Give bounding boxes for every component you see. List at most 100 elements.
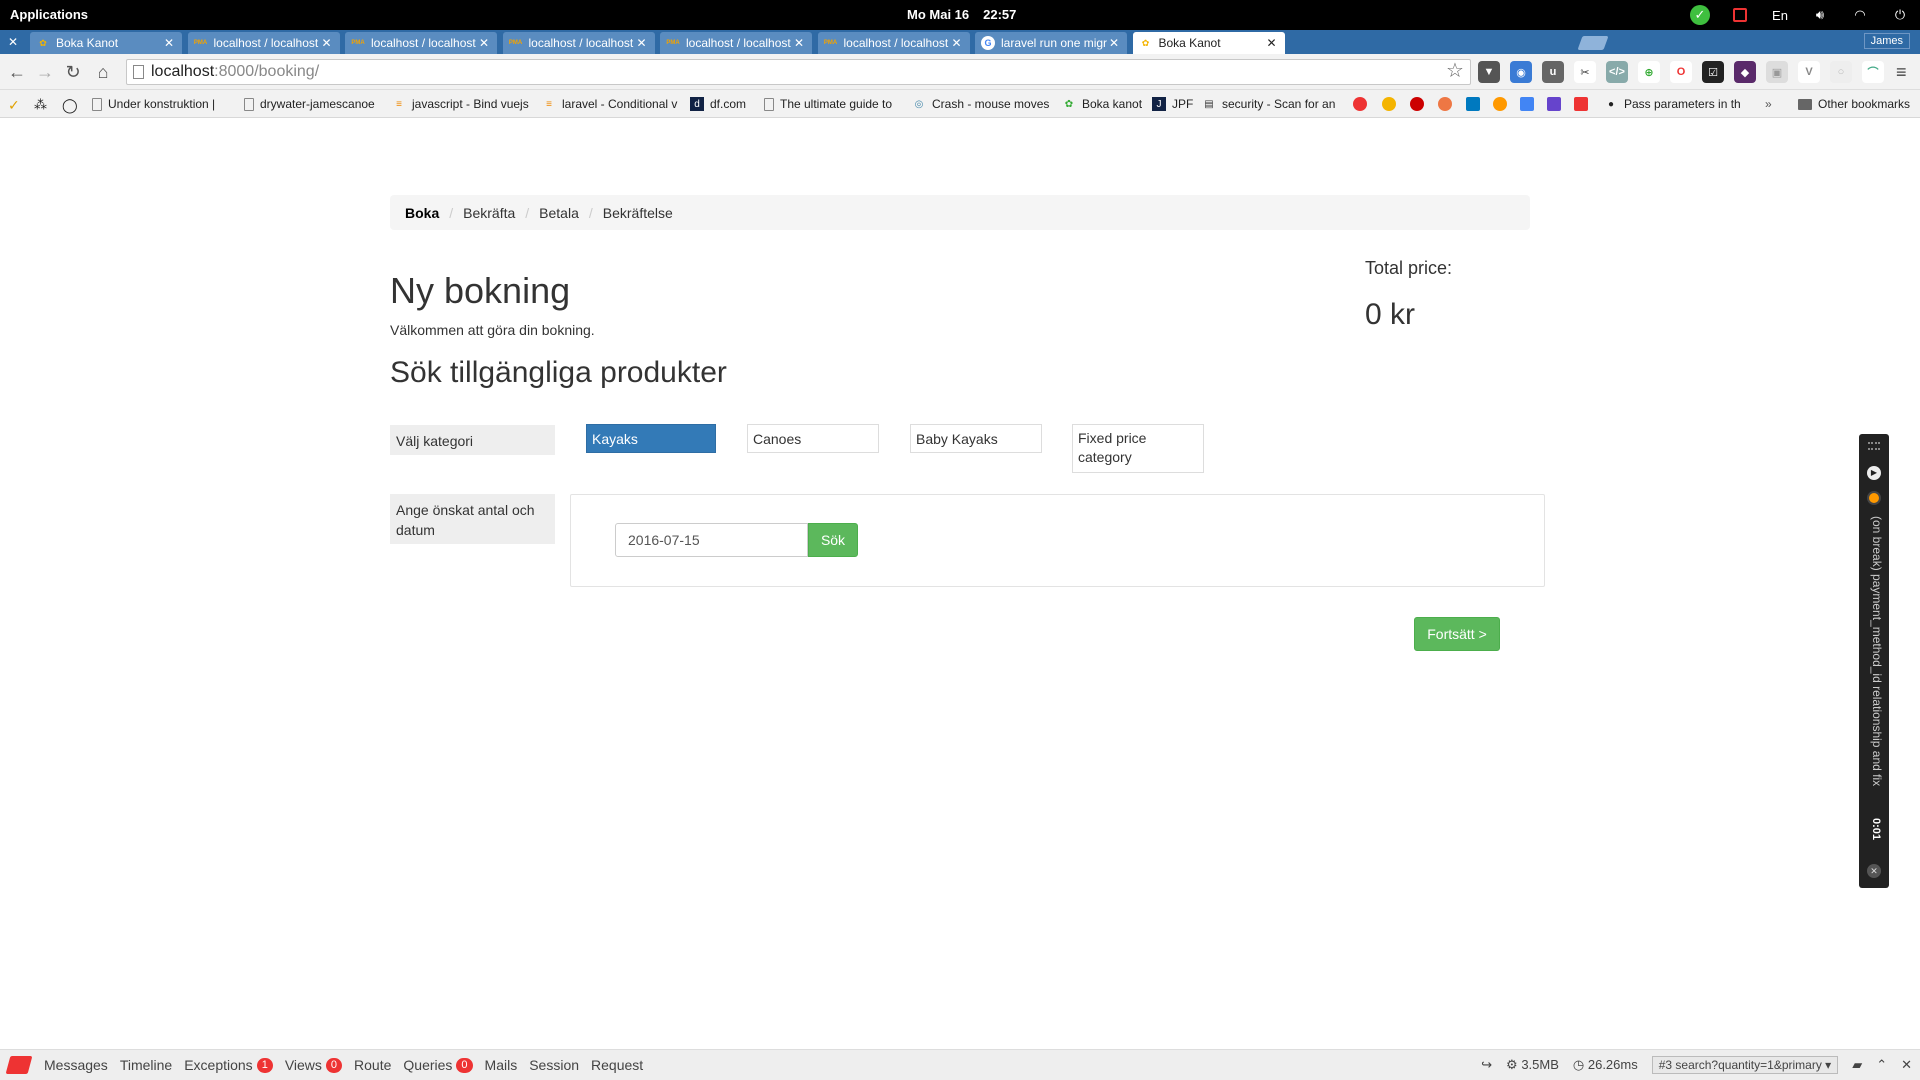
record-status-icon[interactable]: [1867, 491, 1881, 505]
home-icon[interactable]: ⌂: [94, 63, 112, 81]
debugbar-tab-queries[interactable]: Queries 0: [403, 1057, 473, 1073]
folder-open-icon[interactable]: ▰: [1852, 1057, 1862, 1073]
bookmark-item[interactable]: The ultimate guide to: [764, 97, 892, 111]
extension-disabled-icon[interactable]: ○: [1830, 61, 1852, 83]
share-icon[interactable]: ↪: [1481, 1057, 1492, 1073]
rainbow-icon[interactable]: ⌒: [1862, 61, 1884, 83]
google-plus-bookmark-icon[interactable]: [1353, 97, 1367, 111]
bookmark-item[interactable]: ≡ javascript - Bind vuejs: [392, 97, 529, 111]
browser-tab[interactable]: PMA localhost / localhost / bok✕: [817, 32, 970, 54]
continue-button[interactable]: Fortsätt >: [1414, 617, 1500, 651]
drag-handle-icon[interactable]: [1868, 442, 1880, 450]
opera-icon[interactable]: O: [1670, 61, 1692, 83]
bookmark-item[interactable]: Under konstruktion |: [92, 97, 215, 111]
bookmark-item[interactable]: d df.com: [690, 97, 746, 111]
pocket-icon[interactable]: ▼: [1478, 61, 1500, 83]
fire-bookmark-icon[interactable]: [1438, 97, 1452, 111]
debugbar-tab-mails[interactable]: Mails: [485, 1057, 518, 1073]
browser-tab[interactable]: Glaravel run one migration✕: [975, 32, 1127, 54]
browser-tab[interactable]: PMA localhost / localhost / bok✕: [502, 32, 655, 54]
check-icon[interactable]: ✓: [1690, 5, 1710, 25]
forward-icon[interactable]: →: [36, 63, 54, 81]
request-select[interactable]: #3 search?quantity=1&primary ▾: [1651, 1056, 1839, 1074]
window-close-icon[interactable]: ✕: [4, 34, 22, 50]
debugbar-tab-timeline[interactable]: Timeline: [120, 1057, 172, 1073]
new-tab-button[interactable]: [1577, 36, 1609, 50]
profile-button[interactable]: James: [1863, 33, 1910, 49]
applications-menu[interactable]: Applications: [10, 7, 88, 22]
bookmarks-overflow-icon[interactable]: »: [1765, 97, 1772, 111]
browser-tab[interactable]: ✿ Boka Kanot ✕: [1132, 32, 1285, 54]
checkbox-icon[interactable]: ☑: [1702, 61, 1724, 83]
tab-close-icon[interactable]: ✕: [950, 36, 964, 50]
tab-close-icon[interactable]: ✕: [1265, 36, 1279, 50]
tab-close-icon[interactable]: ✕: [320, 36, 334, 50]
breadcrumb-step-betala[interactable]: Betala: [539, 205, 579, 221]
menu-icon[interactable]: ≡: [1896, 62, 1907, 83]
maximize-icon[interactable]: ⌃: [1876, 1057, 1887, 1073]
translate-bookmark-icon[interactable]: [1520, 97, 1534, 111]
bookmark-item[interactable]: ● Pass parameters in th: [1604, 97, 1741, 111]
browser-tab[interactable]: PMA localhost / localhost / bok✕: [187, 32, 340, 54]
drive-bookmark-icon[interactable]: [1382, 97, 1396, 111]
wifi-icon[interactable]: ◠: [1850, 5, 1870, 25]
browser-tab[interactable]: ✿ Boka Kanot ✕: [30, 32, 182, 54]
tomato-bookmark-icon[interactable]: [1410, 97, 1424, 111]
record-icon[interactable]: [1730, 5, 1750, 25]
code-icon[interactable]: </>: [1606, 61, 1628, 83]
bookmark-item[interactable]: ▤ security - Scan for an: [1202, 97, 1335, 111]
ring-bookmark-icon[interactable]: [1493, 97, 1507, 111]
category-fixed-price-button[interactable]: Fixed price category: [1072, 424, 1204, 473]
browser-tab[interactable]: PMA localhost / localhost / bok✕: [660, 32, 812, 54]
breadcrumb-step-bekraftelse[interactable]: Bekräftelse: [603, 205, 673, 221]
chat-bookmark-icon[interactable]: ◯: [62, 97, 78, 114]
play-icon[interactable]: ▶: [1867, 466, 1881, 480]
tab-close-icon[interactable]: ✕: [1107, 36, 1121, 50]
reload-icon[interactable]: ↻: [64, 63, 82, 81]
extension-globe-icon[interactable]: ◉: [1510, 61, 1532, 83]
close-icon[interactable]: ✕: [1901, 1057, 1912, 1073]
close-icon[interactable]: ✕: [1867, 864, 1881, 878]
vue-devtools-icon[interactable]: V: [1798, 61, 1820, 83]
nodes-bookmark-icon[interactable]: ⁂: [34, 97, 47, 113]
check-bookmark-icon[interactable]: ✓: [8, 97, 20, 114]
bookmark-item[interactable]: J JPF: [1152, 97, 1193, 111]
extension-grey-icon[interactable]: ▣: [1766, 61, 1788, 83]
bookmark-item[interactable]: drywater-jamescanoe: [244, 97, 375, 111]
laravel-logo-icon[interactable]: [5, 1056, 33, 1074]
volume-icon[interactable]: 🔊︎: [1810, 5, 1830, 25]
back-icon[interactable]: ←: [8, 63, 26, 81]
debugbar-tab-request[interactable]: Request: [591, 1057, 643, 1073]
breadcrumb-step-bekrafta[interactable]: Bekräfta: [463, 205, 515, 221]
browser-tab[interactable]: PMA localhost / localhost / bok✕: [345, 32, 497, 54]
tab-close-icon[interactable]: ✕: [477, 36, 491, 50]
scissors-icon[interactable]: ✂: [1574, 61, 1596, 83]
debugbar-tab-messages[interactable]: Messages: [44, 1057, 108, 1073]
extension-purple-icon[interactable]: ◆: [1734, 61, 1756, 83]
category-canoes-button[interactable]: Canoes: [747, 424, 879, 453]
address-bar[interactable]: localhost:8000/booking/: [126, 59, 1471, 85]
trello-bookmark-icon[interactable]: [1466, 97, 1480, 111]
category-baby-kayaks-button[interactable]: Baby Kayaks: [910, 424, 1042, 453]
tab-close-icon[interactable]: ✕: [635, 36, 649, 50]
breadcrumb-step-boka[interactable]: Boka: [405, 205, 439, 221]
debugbar-tab-session[interactable]: Session: [529, 1057, 579, 1073]
tab-close-icon[interactable]: ✕: [792, 36, 806, 50]
search-button[interactable]: Sök: [808, 523, 858, 557]
date-input[interactable]: 2016-07-15: [615, 523, 808, 557]
bookmark-star-icon[interactable]: ☆: [1446, 58, 1464, 83]
bookmark-item[interactable]: ≡ laravel - Conditional v: [542, 97, 677, 111]
power-icon[interactable]: ⏻: [1890, 5, 1910, 25]
debugbar-tab-route[interactable]: Route: [354, 1057, 391, 1073]
other-bookmarks[interactable]: Other bookmarks: [1798, 97, 1910, 111]
puzzle-bookmark-icon[interactable]: [1547, 97, 1561, 111]
tab-close-icon[interactable]: ✕: [162, 36, 176, 50]
ublock-icon[interactable]: u: [1542, 61, 1564, 83]
plus-circle-icon[interactable]: ⊕: [1638, 61, 1660, 83]
bookmark-item[interactable]: ◎ Crash - mouse moves: [912, 97, 1050, 111]
debugbar-tab-views[interactable]: Views 0: [285, 1057, 343, 1073]
keyboard-layout-icon[interactable]: En: [1770, 5, 1790, 25]
category-kayaks-button[interactable]: Kayaks: [586, 424, 716, 453]
apps-grid-bookmark-icon[interactable]: [1574, 97, 1588, 111]
bookmark-item[interactable]: ✿ Boka kanot: [1062, 97, 1142, 111]
